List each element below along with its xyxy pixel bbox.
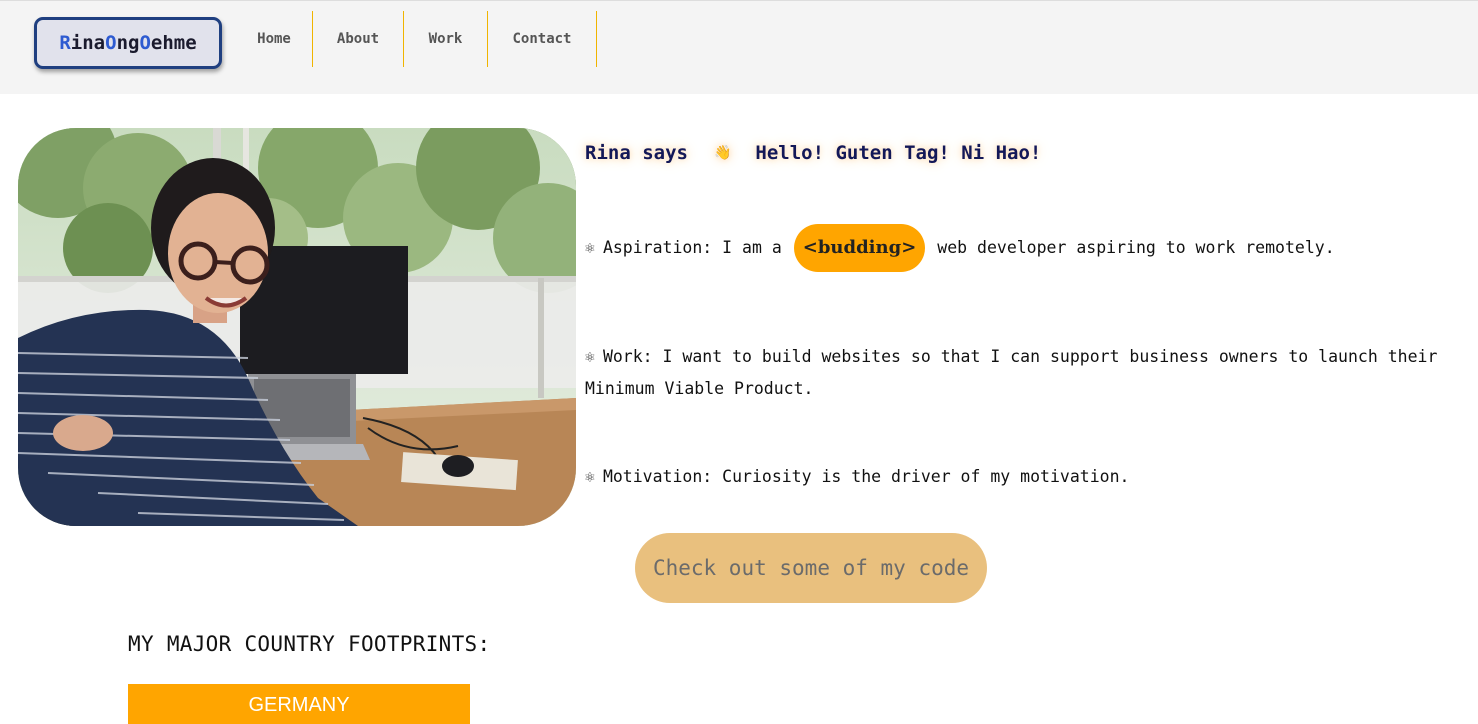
check-code-button[interactable]: Check out some of my code [635, 533, 987, 603]
nav-work[interactable]: Work [404, 11, 488, 67]
budding-badge: <budding> [793, 224, 926, 272]
speaker-label: Rina says [585, 142, 688, 164]
work-line: ⚛ Work: I want to build websites so that … [585, 341, 1437, 373]
work-line: Minimum Viable Product. [585, 379, 814, 398]
main-nav: Home About Work Contact [236, 11, 597, 67]
motivation-text: Motivation: Curiosity is the driver of m… [602, 467, 1130, 486]
aspiration-prefix: Aspiration: I am a [602, 238, 782, 257]
site-logo[interactable]: Rina Ong Oehme [34, 17, 222, 69]
nav-about[interactable]: About [313, 11, 404, 67]
nav-home[interactable]: Home [236, 11, 313, 67]
top-navigation-bar: Rina Ong Oehme Home About Work Contact [0, 0, 1478, 94]
greeting-text: Hello! Guten Tag! Ni Hao! [755, 142, 1042, 164]
logo-part: ehme [150, 32, 197, 54]
logo-part: ng [116, 32, 140, 54]
country-item-germany[interactable]: GERMANY [128, 684, 470, 724]
motivation-line: ⚛ Motivation: Curiosity is the driver of … [585, 465, 1129, 489]
logo-part: O [139, 32, 151, 54]
nav-contact[interactable]: Contact [488, 11, 597, 67]
aspiration-suffix: web developer aspiring to work remotely. [937, 238, 1335, 257]
atom-icon: ⚛ [585, 347, 595, 366]
aspiration-line: ⚛ Aspiration: I am a <budding> web develope… [585, 224, 1335, 272]
logo-part: ina [70, 32, 106, 54]
profile-photo-illustration [18, 128, 576, 526]
atom-icon: ⚛ [585, 238, 595, 257]
atom-icon: ⚛ [585, 467, 595, 486]
work-text: Work: I want to build websites so that I… [602, 347, 1438, 366]
logo-part: R [59, 32, 71, 54]
profile-photo [18, 128, 576, 526]
footprints-title: MY MAJOR COUNTRY FOOTPRINTS: [128, 632, 491, 656]
waving-hand-icon: 👋 [713, 145, 732, 161]
work-paragraph: ⚛ Work: I want to build websites so that … [585, 341, 1437, 405]
logo-part: O [105, 32, 117, 54]
greeting: Rina says 👋 Hello! Guten Tag! Ni Hao! [585, 137, 1041, 169]
